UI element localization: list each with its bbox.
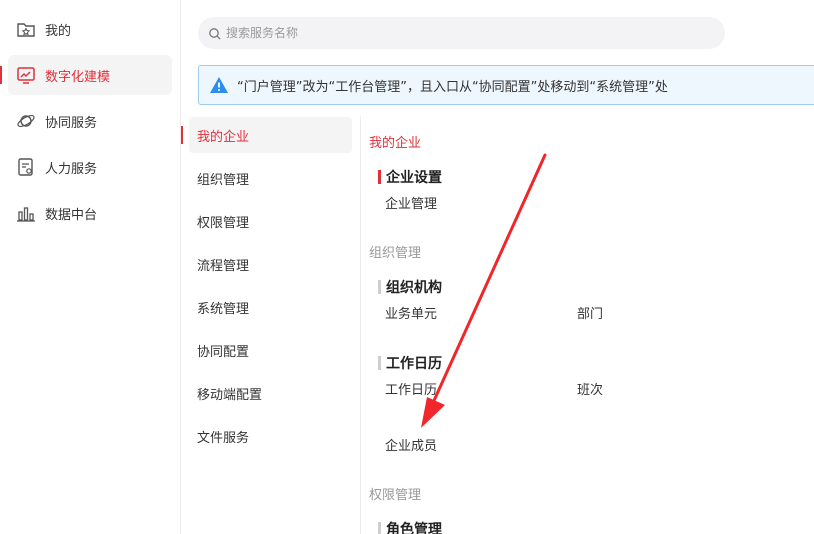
section-title-permission-management: 权限管理 bbox=[369, 488, 422, 503]
orbit-icon bbox=[16, 111, 36, 131]
group-marker bbox=[378, 522, 381, 534]
category-label: 流程管理 bbox=[197, 258, 250, 274]
link-enterprise-members[interactable]: 企业成员 bbox=[385, 435, 437, 454]
app-root: 我的 数字化建模 协同服务 人力服务 数据中台 搜索服务名称 “门户管理”改为“… bbox=[0, 0, 814, 534]
active-nav-marker bbox=[0, 66, 2, 84]
category-process-management[interactable]: 流程管理 bbox=[189, 246, 352, 282]
notice-text: “门户管理”改为“工作台管理”，且入口从“协同配置”处移动到“系统管理”处 bbox=[237, 79, 668, 95]
nav-item-label: 人力服务 bbox=[45, 161, 98, 177]
nav-item-label: 协同服务 bbox=[45, 115, 98, 131]
nav-item-label: 我的 bbox=[45, 23, 72, 39]
nav-item-label: 数据中台 bbox=[45, 207, 98, 223]
nav-item-data-platform[interactable]: 数据中台 bbox=[8, 193, 172, 233]
group-title-label: 工作日历 bbox=[386, 356, 442, 372]
group-title-label: 组织机构 bbox=[386, 280, 442, 296]
category-label: 协同配置 bbox=[197, 344, 250, 360]
category-label: 文件服务 bbox=[197, 430, 250, 446]
group-marker bbox=[378, 280, 381, 294]
category-label: 系统管理 bbox=[197, 301, 250, 317]
category-label: 权限管理 bbox=[197, 215, 250, 231]
group-marker bbox=[378, 356, 381, 370]
group-title-enterprise-settings: 企业设置 bbox=[378, 167, 442, 187]
warning-icon bbox=[209, 76, 229, 94]
section-title-org-management: 组织管理 bbox=[369, 246, 422, 261]
column-divider bbox=[360, 116, 361, 534]
category-system-management[interactable]: 系统管理 bbox=[189, 289, 352, 325]
category-mobile-config[interactable]: 移动端配置 bbox=[189, 375, 352, 411]
link-work-calendar[interactable]: 工作日历 bbox=[385, 379, 437, 398]
nav-item-mine[interactable]: 我的 bbox=[8, 9, 172, 49]
folder-star-icon bbox=[16, 19, 36, 39]
nav-item-digital-modeling[interactable]: 数字化建模 bbox=[8, 55, 172, 95]
link-business-unit[interactable]: 业务单元 bbox=[385, 303, 437, 322]
link-department[interactable]: 部门 bbox=[577, 303, 603, 322]
category-org-management[interactable]: 组织管理 bbox=[189, 160, 352, 196]
category-label: 组织管理 bbox=[197, 172, 250, 188]
id-card-icon bbox=[16, 157, 36, 177]
section-title-my-enterprise: 我的企业 bbox=[369, 136, 422, 151]
group-title-role-management: 角色管理 bbox=[378, 519, 442, 534]
nav-item-hr-service[interactable]: 人力服务 bbox=[8, 147, 172, 187]
category-my-enterprise[interactable]: 我的企业 bbox=[189, 117, 352, 153]
search-bar bbox=[198, 17, 725, 49]
category-label: 移动端配置 bbox=[197, 387, 263, 403]
search-icon bbox=[208, 26, 222, 40]
category-file-service[interactable]: 文件服务 bbox=[189, 418, 352, 454]
chart-monitor-icon bbox=[16, 65, 36, 85]
link-enterprise-management[interactable]: 企业管理 bbox=[385, 193, 437, 212]
group-marker bbox=[378, 170, 381, 184]
category-label: 我的企业 bbox=[197, 129, 250, 145]
bar-chart-icon bbox=[16, 203, 36, 223]
notice-banner: “门户管理”改为“工作台管理”，且入口从“协同配置”处移动到“系统管理”处 bbox=[198, 65, 814, 105]
active-category-marker bbox=[181, 126, 183, 144]
nav-item-label: 数字化建模 bbox=[45, 69, 111, 85]
group-title-label: 角色管理 bbox=[386, 522, 442, 534]
group-title-label: 企业设置 bbox=[386, 170, 442, 186]
category-permission-management[interactable]: 权限管理 bbox=[189, 203, 352, 239]
link-shift[interactable]: 班次 bbox=[577, 379, 603, 398]
search-input[interactable] bbox=[226, 18, 716, 48]
nav-item-collab-service[interactable]: 协同服务 bbox=[8, 101, 172, 141]
group-title-work-calendar: 工作日历 bbox=[378, 353, 442, 373]
category-collab-config[interactable]: 协同配置 bbox=[189, 332, 352, 368]
group-title-org-structure: 组织机构 bbox=[378, 277, 442, 297]
left-nav: 我的 数字化建模 协同服务 人力服务 数据中台 bbox=[0, 0, 181, 534]
